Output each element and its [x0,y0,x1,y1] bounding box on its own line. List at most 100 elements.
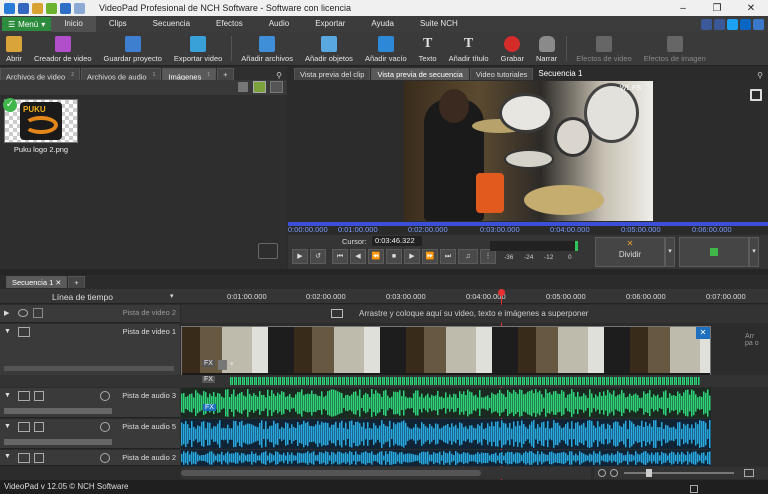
zoom-slider-thumb[interactable] [646,469,652,477]
tab-audio-files[interactable]: Archivos de audio 1 [80,68,162,82]
record-button[interactable]: Grabar [495,32,530,65]
stop-icon[interactable]: ■ [386,249,402,264]
insert-clip-button[interactable] [679,237,749,267]
solo-icon[interactable] [34,453,44,463]
export-video-button[interactable]: Exportar video [168,32,228,65]
tab-video-tutorials[interactable]: Video tutoriales [469,68,534,80]
timeline-dropdown-icon[interactable]: ▾ [170,292,174,300]
track-collapse-icon[interactable]: ▼ [4,423,11,430]
save-quick-icon[interactable] [18,2,29,14]
scroll-thumb[interactable] [181,470,481,476]
add-title-button[interactable]: T Añadir título [443,32,495,65]
track-header-audio-2[interactable]: ▼ Pista de audio 2 [0,450,180,466]
pin-icon[interactable]: ⚲ [757,71,763,80]
video-preview[interactable]: WL FS [404,81,653,221]
export-quick-icon[interactable] [46,2,57,14]
zoom-slider[interactable] [624,472,734,474]
split-button[interactable]: ✕ Dividir [595,237,665,267]
text-button[interactable]: T Texto [413,32,443,65]
play-icon[interactable]: ▶ [292,249,308,264]
image-effects-button[interactable]: Efectos de imagen [638,32,712,65]
add-sequence-button[interactable]: + [68,276,85,288]
solo-icon[interactable] [34,391,44,401]
add-blank-button[interactable]: Añadir vacío [359,32,413,65]
close-icon[interactable]: ✕ [55,280,61,287]
mic-badge-icon[interactable] [218,360,227,370]
tab-ayuda[interactable]: Ayuda [358,16,407,32]
audio-3-clip[interactable]: FX [181,388,711,418]
tab-sequence-preview[interactable]: Vista previa de secuencia [371,68,469,80]
pin-icon[interactable]: ⚲ [276,71,282,80]
fx-badge[interactable]: FX [203,404,216,411]
redo-icon[interactable] [74,2,85,14]
trash-icon[interactable] [238,82,248,92]
tab-images[interactable]: Imágenes 1 [162,68,217,82]
zoom-icon[interactable] [100,391,110,401]
go-end-icon[interactable]: ⏭ [440,249,456,264]
track-header-audio-5[interactable]: ▼ Pista de audio 5 [0,419,180,449]
track-toggle-icon[interactable] [33,308,43,318]
next-frame-icon[interactable]: ▶ [404,249,420,264]
tab-sequence-1[interactable]: Secuencia 1 ✕ [6,276,68,288]
tab-clip-preview[interactable]: Vista previa del clip [294,68,371,80]
tab-audio[interactable]: Audio [256,16,302,32]
facebook-icon[interactable] [714,18,725,30]
preview-ruler[interactable]: 0:00:00.000 0:01:00.000 0:02:00.000 0:03… [288,222,768,234]
fit-timeline-icon[interactable] [744,469,754,477]
zoom-in-icon[interactable] [610,469,618,477]
tab-clips[interactable]: Clips [96,16,140,32]
volume-icon[interactable]: ♫ [458,249,478,264]
linked-audio-lane[interactable]: FX [0,375,768,387]
track-expand-icon[interactable]: ▶ [4,309,9,317]
add-files-button[interactable]: Añadir archivos [235,32,299,65]
tab-efectos[interactable]: Efectos [203,16,256,32]
undo-icon[interactable] [60,2,71,14]
track-collapse-icon[interactable]: ▼ [4,328,11,335]
media-item[interactable]: PUKU ✓ Puku logo 2.png [3,98,78,159]
cursor-time-field[interactable]: 0:03:46.322 [372,236,422,246]
split-dropdown-icon[interactable]: ▾ [665,237,675,267]
video-clip[interactable]: FX ▾ ✕ [181,326,711,378]
more-options-icon[interactable]: ⋮ [480,249,496,264]
track-volume-slider[interactable] [4,439,112,445]
video-maker-button[interactable]: Creador de video [28,32,98,65]
track-header-video-2[interactable]: ▶ Pista de video 2 [0,305,180,323]
status-next-icon[interactable] [690,485,698,493]
track-volume-slider[interactable] [4,366,174,371]
tab-video-files[interactable]: Archivos de video 2 [0,68,80,82]
help-icon[interactable] [753,18,764,30]
open-quick-icon[interactable] [32,2,43,14]
go-start-icon[interactable]: ⏮ [332,249,348,264]
fullscreen-icon[interactable] [750,89,762,101]
timeline-scrollbar[interactable] [181,467,591,479]
linkedin-icon[interactable] [740,18,751,30]
add-objects-button[interactable]: Añadir objetos [299,32,359,65]
transition-icon[interactable]: ✕ [696,327,710,339]
insert-dropdown-icon[interactable]: ▾ [749,237,759,267]
audio-5-clip[interactable] [181,419,711,449]
loop-icon[interactable]: ↺ [310,249,326,264]
save-project-button[interactable]: Guardar proyecto [98,32,168,65]
speaker-icon[interactable] [18,422,30,432]
track-volume-slider[interactable] [4,408,112,414]
track-header-video-1[interactable]: ▼ Pista de video 1 [0,324,180,376]
fast-forward-icon[interactable]: ⏩ [422,249,438,264]
dropdown-icon[interactable]: ▾ [230,360,234,368]
twitter-icon[interactable] [727,18,738,30]
zoom-icon[interactable] [100,453,110,463]
prev-frame-icon[interactable]: ◀ [350,249,366,264]
track-header-audio-3[interactable]: ▼ Pista de audio 3 [0,388,180,418]
speaker-icon[interactable] [18,391,30,401]
tab-secuencia[interactable]: Secuencia [140,16,203,32]
minimize-icon[interactable]: – [666,3,700,14]
video-2-drop-zone[interactable]: Arrastre y coloque aquí su video, texto … [181,305,768,323]
track-collapse-icon[interactable]: ▼ [4,453,11,460]
zoom-icon[interactable] [100,422,110,432]
audio-2-clip[interactable] [181,450,711,466]
restore-icon[interactable]: ❐ [700,3,734,14]
narrate-button[interactable]: Narrar [530,32,563,65]
open-button[interactable]: Abrir [0,32,28,65]
main-menu-button[interactable]: ☰ Menú ▾ [2,17,52,31]
thumbs-up-icon[interactable] [701,18,712,30]
speaker-icon[interactable] [18,453,30,463]
